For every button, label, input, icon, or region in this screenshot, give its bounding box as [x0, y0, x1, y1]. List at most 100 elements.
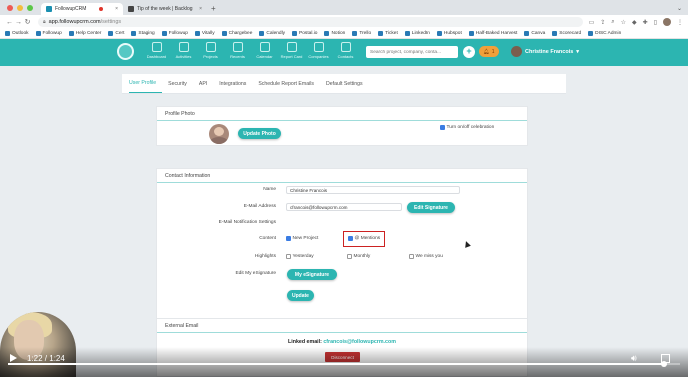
companies-icon [313, 42, 324, 52]
bookmark-item[interactable]: Outlook [5, 31, 29, 36]
sidebar-icon[interactable]: ▯ [654, 19, 657, 26]
monthly-option[interactable]: Monthly [347, 254, 370, 259]
bookmark-item[interactable]: LinkedIn [404, 31, 430, 36]
close-window-button[interactable] [7, 5, 13, 11]
bookmark-item[interactable]: Scorecard [552, 31, 581, 36]
bookmark-item[interactable]: Calendly [259, 31, 285, 36]
we-miss-you-label: We miss you [415, 254, 443, 259]
extension-icon[interactable]: ◆ [632, 19, 637, 26]
zoom-icon[interactable]: ⌕ [611, 19, 614, 26]
nav-item-report-card[interactable]: Report Card [278, 42, 305, 59]
volume-icon[interactable]: 🔊︎ [631, 354, 643, 363]
celebration-checkbox[interactable] [440, 125, 445, 130]
browser-menu-icon[interactable]: ⋮ [677, 19, 683, 26]
tab-default-settings[interactable]: Default Settings [326, 81, 369, 93]
video-progress-bar[interactable] [8, 361, 680, 367]
nav-item-label: Projects [203, 54, 218, 59]
nav-item-recents[interactable]: Recents [224, 42, 251, 59]
nav-item-projects[interactable]: Projects [197, 42, 224, 59]
bookmark-item[interactable]: Half-Baked Harvest [468, 31, 517, 36]
bookmark-item[interactable]: Vitally [194, 31, 215, 36]
tab-security[interactable]: Security [168, 81, 193, 93]
bookmark-item[interactable]: Hubspot [436, 31, 462, 36]
bookmark-item[interactable]: Canva [524, 31, 545, 36]
email-field[interactable]: cfrancois@followupcrm.com [286, 203, 402, 211]
nav-item-label: Recents [230, 54, 245, 59]
nav-item-contacts[interactable]: Contacts [332, 42, 359, 59]
celebration-toggle[interactable]: Turn on/off celebration [440, 125, 494, 130]
linked-email-address[interactable]: cfrancois@followupcrm.com [323, 339, 396, 345]
play-icon[interactable] [10, 354, 17, 362]
bookmark-item[interactable]: Followup [35, 31, 62, 36]
star-icon[interactable]: ☆ [621, 19, 626, 26]
profile-avatar[interactable] [663, 18, 671, 26]
new-project-label: New Project [292, 236, 319, 241]
bookmark-favicon-icon [259, 31, 265, 36]
new-project-checkbox[interactable] [286, 236, 291, 241]
forward-arrow-icon[interactable]: → [14, 19, 23, 26]
content-label: Content [259, 236, 276, 241]
nav-item-dashboard[interactable]: Dashboard [143, 42, 170, 59]
bookmark-favicon-icon [108, 31, 114, 36]
bookmark-favicon-icon [131, 31, 137, 36]
share-icon[interactable]: ⇪ [600, 19, 605, 26]
tab-integrations[interactable]: Integrations [219, 81, 252, 93]
we-miss-you-option[interactable]: We miss you [409, 254, 443, 259]
browser-tab-followupcrm[interactable]: FollowupCRM × [41, 3, 123, 15]
user-menu[interactable]: Christine Francois ▾ [511, 46, 579, 57]
bookmark-item[interactable]: DISC Admin [588, 31, 621, 36]
close-tab-icon[interactable]: × [115, 6, 118, 12]
bookmark-item[interactable]: Cert [108, 31, 124, 36]
extensions-toolbar: ▭ ⇪ ⌕ ☆ ◆ ✚ ▯ ⋮ [589, 18, 683, 26]
bookmark-item[interactable]: Ticket [378, 31, 398, 36]
screen: FollowupCRM × Tip of the week | Backlog … [0, 0, 688, 377]
profile-photo-title: Profile Photo [157, 107, 527, 121]
add-button[interactable]: + [463, 46, 475, 58]
bookmark-item[interactable]: Chargebee [221, 31, 252, 36]
my-esignature-button[interactable]: My eSignature [287, 269, 337, 280]
fullscreen-icon[interactable] [661, 354, 670, 363]
tab-schedule-report-emails[interactable]: Schedule Report Emails [258, 81, 320, 93]
camera-icon[interactable]: ▭ [589, 19, 595, 26]
nav-item-activities[interactable]: Activities [170, 42, 197, 59]
browser-tab-backlog[interactable]: Tip of the week | Backlog × [123, 3, 207, 15]
yesterday-option[interactable]: Yesterday [286, 254, 314, 259]
edit-signature-button[interactable]: Edit Signature [407, 202, 455, 213]
tab-title: Tip of the week | Backlog [137, 6, 193, 12]
bookmark-item[interactable]: Trello [352, 31, 371, 36]
puzzle-icon[interactable]: ✚ [643, 19, 648, 26]
nav-item-companies[interactable]: Companies [305, 42, 332, 59]
minimize-window-button[interactable] [17, 5, 23, 11]
yesterday-checkbox[interactable] [286, 254, 291, 259]
tab-api[interactable]: API [199, 81, 213, 93]
yesterday-label: Yesterday [292, 254, 314, 259]
reload-icon[interactable]: ↻ [23, 18, 32, 26]
bookmark-label: Staging [138, 31, 155, 36]
bookmark-favicon-icon [292, 31, 298, 36]
url-field[interactable]: 🔒︎ app.followupcrm.com/settings [38, 17, 583, 27]
bookmark-item[interactable]: Staging [131, 31, 155, 36]
tab-search-icon[interactable]: ⌄ [671, 5, 688, 15]
bookmark-item[interactable]: Postal.io [292, 31, 317, 36]
notifications-button[interactable]: 🔔︎ 1 [479, 46, 499, 57]
new-tab-button[interactable]: + [207, 4, 220, 15]
bookmark-item[interactable]: Help Center [68, 31, 101, 36]
we-miss-you-checkbox[interactable] [409, 254, 414, 259]
nav-item-calendar[interactable]: Calendar [251, 42, 278, 59]
linked-email-text: Linked email: cfrancois@followupcrm.com [288, 339, 396, 345]
name-field[interactable]: Christine Francois [286, 186, 460, 194]
followup-logo-icon[interactable] [117, 43, 134, 60]
maximize-window-button[interactable] [27, 5, 33, 11]
bookmark-item[interactable]: Notion [324, 31, 345, 36]
monthly-checkbox[interactable] [347, 254, 352, 259]
address-bar-row: ← → ↻ 🔒︎ app.followupcrm.com/settings ▭ … [0, 15, 688, 29]
update-photo-button[interactable]: Update Photo [238, 128, 281, 139]
tab-user-profile[interactable]: User Profile [129, 80, 163, 93]
back-arrow-icon[interactable]: ← [5, 19, 14, 26]
new-project-option[interactable]: New Project [286, 236, 318, 241]
activities-icon [178, 42, 189, 52]
update-button[interactable]: Update [287, 290, 314, 301]
close-tab-icon[interactable]: × [199, 6, 202, 12]
global-search-input[interactable] [366, 46, 458, 58]
bookmark-item[interactable]: Followup [161, 31, 188, 36]
